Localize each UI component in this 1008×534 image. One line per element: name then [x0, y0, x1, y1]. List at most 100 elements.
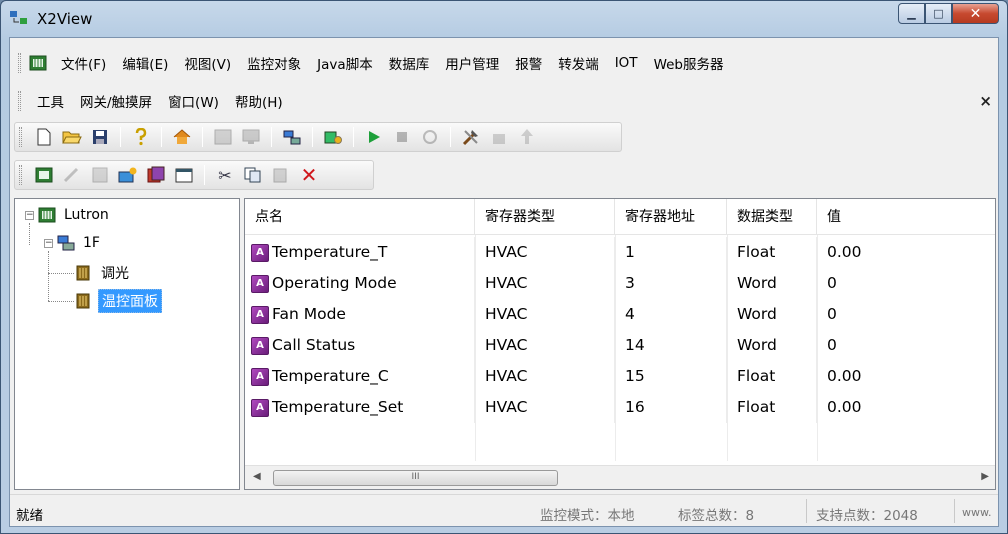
- column-header-register-type[interactable]: 寄存器类型: [475, 199, 615, 235]
- point-name: Call Status: [272, 336, 356, 354]
- toolbar-grip[interactable]: [19, 127, 22, 147]
- copy-button[interactable]: [241, 164, 265, 186]
- menu-alarm[interactable]: 报警: [507, 53, 550, 73]
- toolbar-separator: [204, 165, 205, 185]
- home-button[interactable]: [170, 126, 194, 148]
- stop-button[interactable]: [390, 126, 414, 148]
- upload-button[interactable]: [515, 126, 539, 148]
- network-button[interactable]: [280, 126, 304, 148]
- open-button[interactable]: [60, 126, 84, 148]
- table-row[interactable]: A Temperature_T HVAC 1 Float 0.00: [245, 237, 995, 268]
- point-name: Temperature_T: [272, 243, 388, 261]
- column-header-value[interactable]: 值: [817, 199, 995, 235]
- table-icon: [92, 167, 108, 183]
- scroll-left-icon[interactable]: ◀: [253, 471, 261, 482]
- table-row[interactable]: A Temperature_C HVAC 15 Float 0.00: [245, 361, 995, 392]
- cell-name: A Fan Mode: [245, 299, 475, 330]
- delete-button[interactable]: ✕: [297, 163, 321, 187]
- new-folder-button[interactable]: [116, 164, 140, 186]
- load-button[interactable]: [487, 126, 511, 148]
- minimize-button[interactable]: ▁: [898, 3, 925, 24]
- paste-button[interactable]: [269, 164, 293, 186]
- tools-button[interactable]: [459, 126, 483, 148]
- point-name: Temperature_Set: [272, 398, 404, 416]
- menu-web-server[interactable]: Web服务器: [646, 53, 732, 73]
- menu-user-management[interactable]: 用户管理: [437, 53, 507, 73]
- mdi-document-icon[interactable]: [29, 55, 47, 71]
- menu-database[interactable]: 数据库: [381, 53, 438, 73]
- close-button[interactable]: ✕: [952, 3, 999, 24]
- tag-icon: A: [251, 336, 269, 355]
- cell-register-address: 16: [615, 392, 727, 423]
- cell-register-address: 1: [615, 237, 727, 268]
- menu-tools[interactable]: 工具: [29, 91, 72, 111]
- tree-label-root: Lutron: [64, 207, 109, 223]
- horizontal-scrollbar[interactable]: ◀ III ▶: [245, 465, 995, 489]
- table-row[interactable]: A Call Status HVAC 14 Word 0: [245, 330, 995, 361]
- tree-node-floor[interactable]: − 1F: [44, 233, 103, 253]
- menu-iot[interactable]: IOT: [607, 55, 646, 71]
- tree-node-root[interactable]: − Lutron: [25, 205, 112, 225]
- scrollbar-thumb[interactable]: III: [273, 470, 558, 486]
- menu-forwarder[interactable]: 转发端: [550, 53, 607, 73]
- table-row[interactable]: A Operating Mode HVAC 3 Word 0: [245, 268, 995, 299]
- collapse-icon[interactable]: −: [25, 210, 34, 220]
- upload-icon: [521, 129, 533, 144]
- import-button[interactable]: [144, 164, 168, 186]
- tree-node-dimming[interactable]: 调光: [75, 263, 132, 283]
- table-button[interactable]: [88, 164, 112, 186]
- table-row[interactable]: A Temperature_Set HVAC 16 Float 0.00: [245, 392, 995, 423]
- menu-monitor-objects[interactable]: 监控对象: [239, 53, 309, 73]
- status-website: www.: [962, 506, 992, 519]
- menu-java-script[interactable]: Java脚本: [309, 53, 381, 73]
- edit-button[interactable]: [60, 164, 84, 186]
- run-icon: [369, 131, 380, 143]
- device-tree[interactable]: − Lutron − 1F 调光 温控面板: [14, 198, 240, 490]
- properties-button[interactable]: [172, 164, 196, 186]
- monitor-button[interactable]: [239, 126, 263, 148]
- status-bar: 就绪 监控模式：本地 标签总数：8 支持点数：2048 www.: [10, 494, 998, 526]
- menu-file[interactable]: 文件(F): [53, 53, 114, 73]
- menu-view[interactable]: 视图(V): [176, 53, 239, 73]
- mdi-close-icon[interactable]: ×: [979, 92, 992, 110]
- title-bar[interactable]: X2View ▁ □ ✕: [1, 1, 1007, 35]
- menu-edit[interactable]: 编辑(E): [114, 53, 176, 73]
- tree-connector: [29, 223, 30, 245]
- menu-bar: 文件(F) 编辑(E) 视图(V) 监控对象 Java脚本 数据库 用户管理 报…: [10, 38, 998, 116]
- cell-value: 0: [817, 299, 995, 330]
- column-header-data-type[interactable]: 数据类型: [727, 199, 817, 235]
- network-icon: [283, 130, 301, 145]
- status-monitor-mode: 监控模式：本地: [540, 508, 635, 524]
- save-button[interactable]: [88, 126, 112, 148]
- column-header-name[interactable]: 点名: [245, 199, 475, 235]
- maximize-button[interactable]: □: [925, 3, 952, 24]
- run-button[interactable]: [362, 126, 386, 148]
- device-icon: [214, 129, 232, 145]
- tree-node-thermostat[interactable]: 温控面板: [75, 289, 162, 313]
- menu-gateway-touchscreen[interactable]: 网关/触摸屏: [72, 91, 160, 111]
- points-list[interactable]: 点名 寄存器类型 寄存器地址 数据类型 值 A Temperature_T HVA…: [244, 198, 996, 490]
- collapse-icon[interactable]: −: [44, 238, 53, 248]
- cell-data-type: Float: [727, 392, 817, 423]
- menu-window[interactable]: 窗口(W): [160, 91, 227, 111]
- status-tag-count: 标签总数：8: [678, 508, 755, 524]
- toolbar-grip[interactable]: [19, 165, 22, 185]
- table-row[interactable]: A Fan Mode HVAC 4 Word 0: [245, 299, 995, 330]
- help-button[interactable]: [129, 126, 153, 148]
- add-device-button[interactable]: [32, 164, 56, 186]
- device-button[interactable]: [211, 126, 235, 148]
- help-icon: [135, 128, 147, 146]
- menu-grip-2[interactable]: [18, 91, 21, 111]
- scroll-right-icon[interactable]: ▶: [981, 471, 989, 482]
- menu-row-2: 工具 网关/触摸屏 窗口(W) 帮助(H): [18, 88, 291, 114]
- cell-register-address: 15: [615, 361, 727, 392]
- cut-button[interactable]: ✂: [213, 164, 237, 186]
- new-file-button[interactable]: [32, 126, 56, 148]
- refresh-button[interactable]: [418, 126, 442, 148]
- config-button[interactable]: [321, 126, 345, 148]
- column-header-register-address[interactable]: 寄存器地址: [615, 199, 727, 235]
- cell-name: A Temperature_Set: [245, 392, 475, 423]
- menu-help[interactable]: 帮助(H): [227, 91, 291, 111]
- menu-grip[interactable]: [18, 53, 21, 73]
- tag-icon: A: [251, 305, 269, 324]
